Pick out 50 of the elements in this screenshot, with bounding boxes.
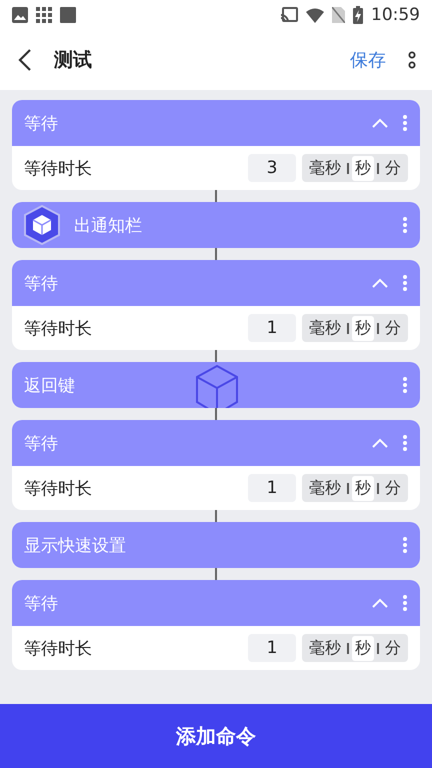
chevron-up-icon[interactable] [372, 118, 388, 128]
add-command-button[interactable]: 添加命令 [0, 704, 432, 768]
page-title: 测试 [54, 48, 93, 73]
duration-field[interactable]: 1 [248, 314, 296, 342]
unit-option[interactable]: 秒 [352, 636, 374, 660]
image-icon [12, 7, 28, 23]
save-button[interactable]: 保存 [350, 48, 386, 72]
unit-option[interactable]: 分 [382, 636, 404, 660]
square-icon [60, 7, 76, 23]
command-card[interactable]: 等待 等待时长 3 毫秒 秒 分 [12, 100, 420, 190]
duration-field[interactable]: 1 [248, 474, 296, 502]
duration-label: 等待时长 [24, 158, 93, 180]
duration-label: 等待时长 [24, 318, 93, 340]
more-icon[interactable] [408, 51, 416, 69]
command-card[interactable]: 等待 等待时长 1 毫秒 秒 分 [12, 420, 420, 510]
chevron-up-icon[interactable] [372, 278, 388, 288]
cast-icon [280, 7, 298, 23]
unit-option[interactable]: 毫秒 [306, 316, 344, 340]
command-title: 返回键 [24, 374, 75, 396]
duration-field[interactable]: 3 [248, 154, 296, 182]
command-title: 等待 [24, 112, 58, 134]
command-title: 出通知栏 [74, 214, 142, 236]
unit-option[interactable]: 毫秒 [306, 156, 344, 180]
duration-field[interactable]: 1 [248, 634, 296, 662]
wifi-icon [306, 8, 324, 22]
unit-option[interactable]: 毫秒 [306, 476, 344, 500]
command-title: 显示快速设置 [24, 534, 126, 556]
command-title: 等待 [24, 432, 58, 454]
chevron-up-icon[interactable] [372, 598, 388, 608]
unit-option[interactable]: 毫秒 [306, 636, 344, 660]
command-title: 等待 [24, 592, 58, 614]
battery-charging-icon [353, 6, 363, 24]
grid-icon [36, 7, 52, 23]
duration-label: 等待时长 [24, 478, 93, 500]
cube-icon[interactable] [194, 364, 240, 408]
unit-option[interactable]: 分 [382, 476, 404, 500]
command-card[interactable]: 等待 等待时长 1 毫秒 秒 分 [12, 580, 420, 670]
chevron-up-icon[interactable] [372, 438, 388, 448]
command-title: 等待 [24, 272, 58, 294]
floating-cube-icon[interactable] [24, 205, 60, 245]
unit-option[interactable]: 秒 [352, 316, 374, 340]
unit-option[interactable]: 秒 [352, 156, 374, 180]
unit-option[interactable]: 分 [382, 316, 404, 340]
command-card[interactable]: 等待 等待时长 1 毫秒 秒 分 [12, 260, 420, 350]
back-icon[interactable] [18, 48, 32, 72]
status-time: 10:59 [371, 5, 420, 25]
no-sim-icon [332, 7, 345, 23]
unit-option[interactable]: 秒 [352, 476, 374, 500]
unit-option[interactable]: 分 [382, 156, 404, 180]
duration-label: 等待时长 [24, 638, 93, 660]
